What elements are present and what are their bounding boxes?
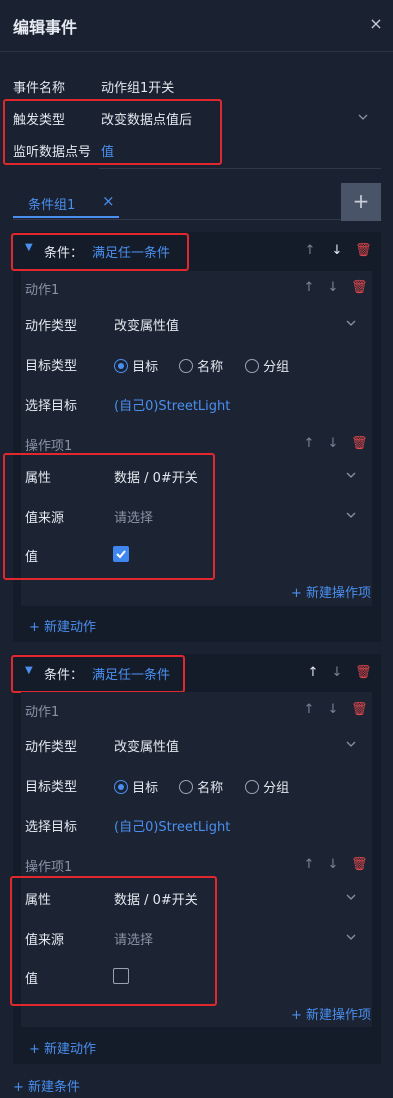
move-up-icon[interactable]: ↑	[307, 665, 319, 680]
delete-icon[interactable]: 🗑	[351, 436, 368, 451]
chevron-down-icon[interactable]	[346, 892, 356, 902]
tab-label: 条件组1	[28, 198, 76, 213]
action-type-select[interactable]: 改变属性值	[114, 736, 179, 755]
move-down-icon[interactable]: ↓	[331, 665, 343, 680]
value-source-label: 值来源	[25, 933, 65, 948]
value-checkbox[interactable]	[113, 546, 129, 562]
target-type-label: 目标类型	[25, 359, 78, 374]
listen-point-value[interactable]: 值	[101, 141, 114, 160]
add-operation-button[interactable]: + 新建操作项	[291, 582, 371, 601]
move-down-icon[interactable]: ↓	[327, 702, 339, 717]
trigger-type-label: 触发类型	[13, 113, 66, 128]
value-label: 值	[25, 550, 39, 565]
value-checkbox[interactable]	[113, 968, 129, 984]
chevron-down-icon[interactable]	[346, 470, 356, 480]
delete-icon[interactable]: 🗑	[355, 243, 372, 258]
op-title: 操作项1	[25, 860, 73, 875]
target-type-label: 目标类型	[25, 780, 78, 795]
move-down-icon[interactable]: ↓	[331, 243, 343, 258]
value-source-label: 值来源	[25, 511, 65, 526]
move-down-icon[interactable]: ↓	[327, 436, 339, 451]
select-target-value[interactable]: (自己0)StreetLight	[114, 816, 230, 835]
radio-selected-icon	[114, 780, 128, 794]
condition-label: 条件：	[44, 668, 84, 683]
trigger-type-select[interactable]: 改变数据点值后	[101, 109, 192, 128]
radio-icon	[245, 780, 259, 794]
select-target-value[interactable]: (自己0)StreetLight	[114, 395, 230, 414]
radio-icon	[245, 359, 259, 373]
op-title: 操作项1	[25, 439, 73, 454]
move-up-icon[interactable]: ↑	[303, 857, 315, 872]
value-source-select[interactable]: 请选择	[114, 507, 153, 526]
radio-option-name[interactable]: 名称	[179, 356, 223, 375]
move-up-icon[interactable]: ↑	[303, 280, 315, 295]
move-down-icon[interactable]: ↓	[327, 857, 339, 872]
chevron-down-icon[interactable]	[346, 739, 356, 749]
radio-option-target[interactable]: 目标	[114, 777, 158, 796]
tab-divider	[13, 219, 341, 220]
check-icon	[116, 550, 126, 559]
delete-icon[interactable]: 🗑	[351, 857, 368, 872]
action-title: 动作1	[25, 283, 60, 298]
radio-option-target[interactable]: 目标	[114, 356, 158, 375]
move-up-icon[interactable]: ↑	[303, 436, 315, 451]
property-label: 属性	[25, 893, 52, 908]
chevron-down-icon[interactable]	[346, 510, 356, 520]
radio-option-group[interactable]: 分组	[245, 356, 289, 375]
collapse-icon[interactable]: ▼	[25, 242, 33, 253]
delete-icon[interactable]: 🗑	[351, 702, 368, 717]
value-source-select[interactable]: 请选择	[114, 929, 153, 948]
action-type-label: 动作类型	[25, 319, 78, 334]
tab-indicator	[13, 216, 119, 218]
move-up-icon[interactable]: ↑	[304, 243, 316, 258]
delete-icon[interactable]: 🗑	[355, 665, 372, 680]
event-name-label: 事件名称	[13, 81, 66, 96]
select-target-label: 选择目标	[25, 820, 78, 835]
value-label: 值	[25, 972, 39, 987]
chevron-down-icon[interactable]	[346, 932, 356, 942]
chevron-down-icon[interactable]	[346, 318, 356, 328]
collapse-icon[interactable]: ▼	[25, 665, 33, 676]
close-icon[interactable]: ×	[369, 14, 383, 34]
add-condition-button[interactable]: + 新建条件	[13, 1076, 80, 1095]
add-action-button[interactable]: + 新建动作	[29, 1038, 96, 1057]
listen-point-label: 监听数据点号	[13, 145, 92, 160]
property-select[interactable]: 数据 / 0#开关	[114, 467, 198, 486]
radio-icon	[179, 359, 193, 373]
property-label: 属性	[25, 471, 52, 486]
tab-close-icon[interactable]: ×	[102, 192, 115, 210]
radio-selected-icon	[114, 359, 128, 373]
condition-select[interactable]: 满足任一条件	[92, 242, 170, 261]
move-down-icon[interactable]: ↓	[327, 280, 339, 295]
add-tab-button[interactable]: +	[341, 183, 381, 221]
property-select[interactable]: 数据 / 0#开关	[114, 889, 198, 908]
chevron-down-icon[interactable]	[358, 112, 368, 122]
dialog-header: 编辑事件 ×	[0, 0, 393, 52]
select-target-label: 选择目标	[25, 399, 78, 414]
radio-option-group[interactable]: 分组	[245, 777, 289, 796]
action-type-label: 动作类型	[25, 740, 78, 755]
move-up-icon[interactable]: ↑	[303, 702, 315, 717]
action-title: 动作1	[25, 705, 60, 720]
divider	[99, 168, 381, 169]
add-action-button[interactable]: + 新建动作	[29, 616, 96, 635]
add-operation-button[interactable]: + 新建操作项	[291, 1004, 371, 1023]
action-type-select[interactable]: 改变属性值	[114, 315, 179, 334]
tab-condition-group-1[interactable]: 条件组1 ×	[13, 183, 119, 219]
delete-icon[interactable]: 🗑	[351, 280, 368, 295]
dialog-title: 编辑事件	[13, 18, 78, 37]
radio-option-name[interactable]: 名称	[179, 777, 223, 796]
radio-icon	[179, 780, 193, 794]
event-name-value[interactable]: 动作组1开关	[101, 77, 174, 96]
condition-label: 条件：	[44, 246, 84, 261]
condition-select[interactable]: 满足任一条件	[92, 664, 170, 683]
